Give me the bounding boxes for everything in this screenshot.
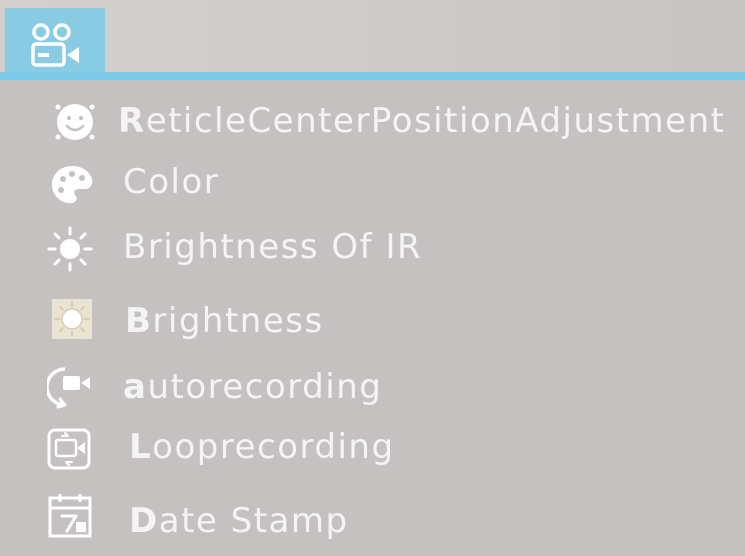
menu-item-reticle-center-position-adjustment[interactable]: ReticleCenterPositionAdjustment bbox=[0, 90, 745, 148]
camera-settings-screen: ReticleCenterPositionAdjustment Color Br… bbox=[0, 0, 745, 556]
header-divider bbox=[0, 72, 745, 80]
menu-item-label: Date Stamp bbox=[129, 501, 349, 541]
menu-item-label: Looprecording bbox=[129, 427, 395, 467]
autorecording-icon bbox=[47, 361, 97, 411]
menu-item-autorecording[interactable]: autorecording bbox=[0, 358, 745, 416]
video-settings-tab[interactable] bbox=[5, 8, 105, 77]
video-camera-icon bbox=[29, 20, 83, 72]
menu-item-date-stamp[interactable]: Date Stamp bbox=[0, 490, 745, 548]
settings-menu: ReticleCenterPositionAdjustment Color Br… bbox=[0, 80, 745, 556]
palette-icon bbox=[47, 159, 97, 209]
menu-item-looprecording[interactable]: Looprecording bbox=[0, 420, 745, 478]
menu-item-label: Color bbox=[123, 162, 220, 202]
smiley-face-icon bbox=[50, 97, 100, 147]
menu-item-label: ReticleCenterPositionAdjustment bbox=[118, 101, 726, 141]
top-bar bbox=[0, 0, 745, 80]
date-stamp-icon bbox=[45, 492, 95, 542]
menu-item-brightness-of-ir[interactable]: Brightness Of IR bbox=[0, 220, 745, 278]
looprecording-icon bbox=[45, 424, 95, 474]
menu-item-label: Brightness Of IR bbox=[123, 227, 423, 267]
menu-item-label: autorecording bbox=[123, 367, 383, 407]
menu-item-label: Brightness bbox=[125, 301, 324, 341]
brightness-frame-icon bbox=[47, 294, 97, 344]
menu-item-color[interactable]: Color bbox=[0, 155, 745, 213]
sun-icon bbox=[45, 224, 95, 274]
menu-item-brightness[interactable]: Brightness bbox=[0, 292, 745, 350]
